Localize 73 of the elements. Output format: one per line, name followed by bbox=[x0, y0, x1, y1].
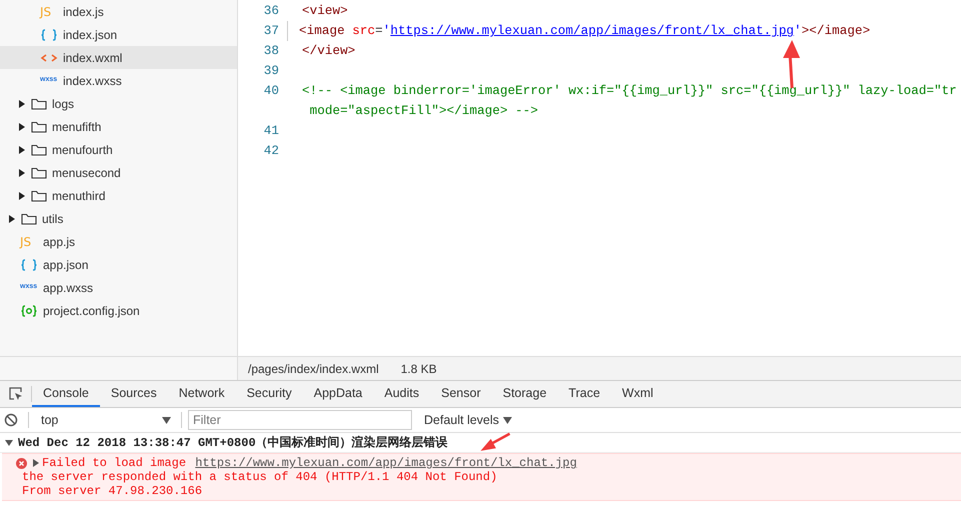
dropdown-caret-icon bbox=[162, 416, 171, 424]
error-text: Failed to load image bbox=[42, 456, 188, 470]
folder-icon bbox=[31, 144, 47, 156]
collapsed-arrow-icon bbox=[18, 100, 26, 108]
folder-icon bbox=[31, 190, 47, 202]
console-group-title: Wed Dec 12 2018 13:38:47 GMT+0800（中国标准时间）渲染层网络层错误 bbox=[18, 434, 448, 452]
line-number: 38 bbox=[262, 42, 280, 60]
file-item[interactable]: index.wxml bbox=[0, 46, 237, 69]
file-item[interactable]: JS app.js bbox=[0, 230, 237, 253]
devtools-tab[interactable]: Wxml bbox=[611, 381, 664, 407]
braces-icon bbox=[40, 28, 58, 40]
devtools-tab[interactable]: Trace bbox=[558, 381, 612, 407]
code-token: ' bbox=[794, 22, 802, 40]
collapsed-arrow-icon bbox=[18, 146, 26, 154]
file-item[interactable]: index.json bbox=[0, 23, 237, 46]
error-icon bbox=[16, 458, 27, 469]
folder-item[interactable]: menufourth bbox=[0, 138, 237, 161]
folder-icon bbox=[31, 166, 47, 178]
file-item[interactable]: JS index.js bbox=[0, 0, 237, 23]
code-token: = bbox=[375, 22, 383, 40]
line-number: 37 bbox=[262, 22, 280, 40]
collapsed-arrow-icon bbox=[18, 192, 26, 200]
folder-icon bbox=[31, 98, 47, 110]
code-token: </view> bbox=[302, 42, 356, 60]
code-token: src bbox=[352, 22, 376, 40]
inspect-icon[interactable] bbox=[8, 386, 24, 402]
code-token: <image bbox=[299, 22, 346, 40]
line-number: 36 bbox=[262, 2, 280, 20]
devtools-tab[interactable]: Network bbox=[168, 381, 236, 407]
error-detail: From server 47.98.230.166 bbox=[22, 484, 204, 498]
line-number: 40 bbox=[262, 82, 280, 100]
devtools-tab[interactable]: Console bbox=[32, 381, 100, 407]
error-link[interactable]: https://www.mylexuan.com/app/images/front/lx_chat.jpg bbox=[195, 456, 577, 470]
devtools-tab[interactable]: AppData bbox=[302, 381, 374, 407]
code-token: ' bbox=[382, 22, 390, 40]
folder-item[interactable]: menuthird bbox=[0, 184, 237, 207]
collapsed-arrow-icon bbox=[18, 168, 26, 176]
folder-icon bbox=[21, 212, 37, 224]
clear-icon[interactable] bbox=[4, 413, 18, 427]
filter-field[interactable]: Filter bbox=[188, 410, 412, 430]
braces-icon bbox=[20, 258, 38, 270]
folder-icon bbox=[31, 120, 47, 132]
levels-dropdown[interactable]: Default levels bbox=[424, 410, 512, 430]
dropdown-caret-icon bbox=[503, 416, 512, 424]
file-path: /pages/index/index.wxml bbox=[248, 360, 379, 378]
collapsed-arrow-icon bbox=[18, 122, 26, 130]
folder-item[interactable]: logs bbox=[0, 92, 237, 115]
folder-item[interactable]: utils bbox=[0, 207, 237, 230]
code-token: <view> bbox=[302, 2, 348, 20]
line-number: 42 bbox=[262, 142, 280, 160]
js-file-icon: JS bbox=[40, 2, 58, 20]
folder-item[interactable]: menusecond bbox=[0, 161, 237, 184]
code-token: <!-- <image binderror='imageError' wx:if="{{img_url}}" src="{{img_url}}" lazy-load="tr bbox=[302, 82, 957, 100]
file-size: 1.8 KB bbox=[400, 360, 437, 378]
collapsed-arrow-icon bbox=[8, 214, 16, 222]
devtools-tab[interactable]: Sensor bbox=[430, 381, 492, 407]
context-select[interactable]: top bbox=[35, 410, 175, 430]
devtools-tab[interactable]: Sources bbox=[100, 381, 168, 407]
line-number: 39 bbox=[262, 62, 280, 80]
devtools-tab[interactable]: Security bbox=[236, 381, 303, 407]
file-item[interactable]: app.json bbox=[0, 253, 237, 276]
devtools-tab[interactable]: Audits bbox=[373, 381, 430, 407]
code-token: ></image> bbox=[802, 22, 870, 40]
line-number: 41 bbox=[262, 122, 280, 140]
js-file-icon: JS bbox=[20, 232, 38, 250]
devtools-tab[interactable]: Storage bbox=[492, 381, 558, 407]
angle-brackets-icon bbox=[40, 52, 58, 64]
file-item[interactable]: project.config.json bbox=[0, 299, 237, 322]
code-token: mode="aspectFill"></image> --> bbox=[308, 102, 538, 120]
config-braces-icon bbox=[20, 304, 38, 316]
error-detail: the server responded with a status of 404 (HTTP/1.1 404 Not Found) bbox=[22, 470, 498, 484]
code-link[interactable]: https://www.mylexuan.com/app/images/front/lx_chat.jpg bbox=[390, 21, 794, 41]
folder-item[interactable]: menufifth bbox=[0, 115, 237, 138]
